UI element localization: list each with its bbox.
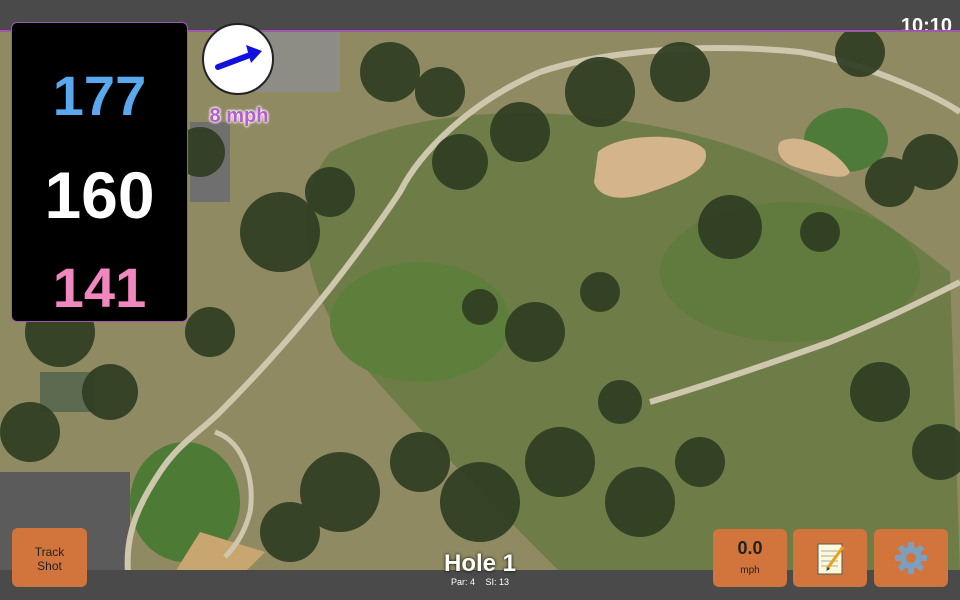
wind-value: 0.0 — [737, 538, 763, 558]
hole-info: Par: 4 SI: 13 — [380, 577, 580, 587]
wind-unit: mph — [740, 565, 760, 576]
par-label: Par: 4 — [450, 577, 475, 587]
settings-button[interactable] — [874, 529, 948, 587]
arrow-right-up-icon — [215, 45, 262, 70]
track-shot-label: Track Shot — [34, 545, 65, 573]
distance-front: 141 — [52, 256, 147, 319]
si-label: SI: 13 — [485, 577, 510, 587]
wind-speed-label: 8 mph — [209, 105, 269, 127]
distance-middle: 160 — [44, 158, 155, 232]
hole-title: Hole 1 — [443, 550, 517, 577]
notepad-icon — [817, 543, 845, 575]
distance-panel: 177 160 141 — [11, 22, 188, 322]
wind-direction-indicator — [202, 23, 274, 95]
notes-button[interactable] — [793, 529, 867, 587]
wind-speed-button[interactable]: 0.0 mph — [713, 529, 787, 587]
track-shot-button[interactable]: Track Shot — [12, 528, 87, 587]
distance-back: 177 — [52, 64, 147, 127]
gear-icon — [895, 542, 927, 574]
